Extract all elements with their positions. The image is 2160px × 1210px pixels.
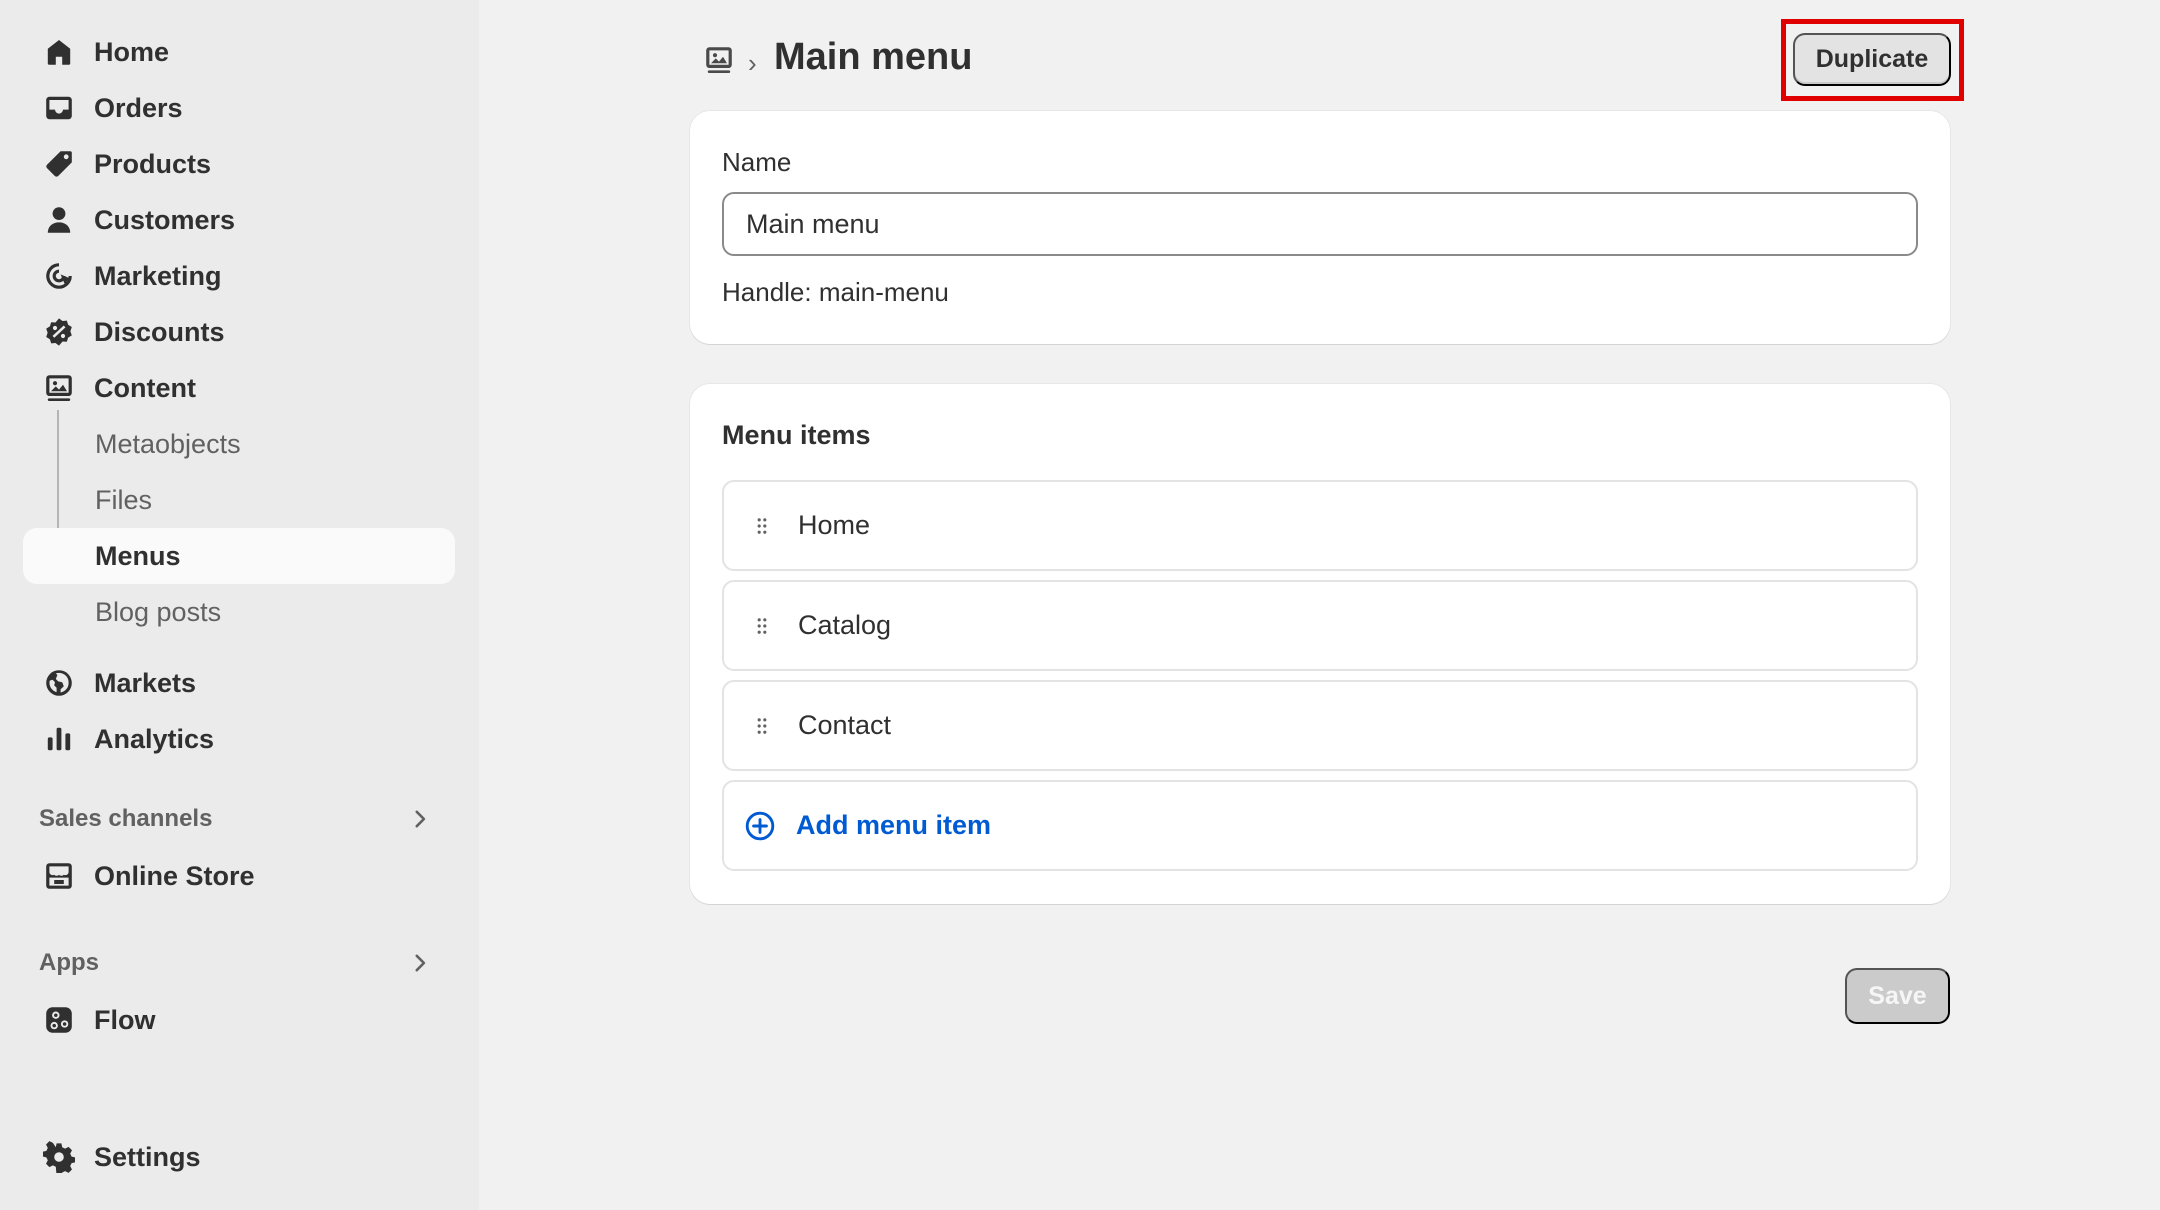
sidebar-subitem-menus[interactable]: Menus: [23, 528, 455, 584]
breadcrumb-content-icon[interactable]: [703, 44, 735, 76]
content-icon: [42, 371, 76, 405]
sidebar-subitem-label: Menus: [95, 540, 181, 571]
chevron-right-icon: [415, 810, 426, 828]
sidebar-item-home[interactable]: Home: [23, 24, 455, 80]
bar-chart-icon: [42, 722, 76, 756]
menu-items-card: Menu items Home Catalog Contact Add menu…: [690, 384, 1950, 904]
sidebar-item-label: Flow: [94, 1004, 156, 1035]
person-icon: [42, 203, 76, 237]
menu-item-label: Catalog: [798, 610, 892, 640]
sidebar-subitem-metaobjects[interactable]: Metaobjects: [23, 416, 455, 472]
sidebar-item-settings[interactable]: Settings: [23, 1129, 455, 1185]
sidebar-item-orders[interactable]: Orders: [23, 80, 455, 136]
sidebar-item-online-store[interactable]: Online Store: [23, 848, 455, 904]
sidebar-item-label: Online Store: [94, 860, 255, 891]
sidebar-subitem-label: Files: [95, 484, 153, 515]
sales-channels-header[interactable]: Sales channels: [23, 799, 433, 839]
section-header-label: Apps: [39, 949, 99, 976]
add-menu-item-button[interactable]: Add menu item: [722, 780, 1918, 871]
sidebar-subitem-label: Metaobjects: [95, 428, 241, 459]
flow-icon: [42, 1003, 76, 1037]
sidebar-item-content[interactable]: Content: [23, 360, 455, 416]
sidebar-subitem-label: Blog posts: [95, 596, 222, 627]
sidebar-item-customers[interactable]: Customers: [23, 192, 455, 248]
sidebar-item-analytics[interactable]: Analytics: [23, 711, 455, 767]
sidebar-item-label: Home: [94, 36, 170, 67]
name-input[interactable]: [722, 192, 1918, 256]
section-header-label: Sales channels: [39, 805, 213, 832]
home-icon: [42, 35, 76, 69]
sidebar-item-label: Marketing: [94, 260, 222, 291]
gear-icon: [42, 1140, 76, 1174]
sidebar-item-label: Settings: [94, 1141, 201, 1172]
target-icon: [42, 259, 76, 293]
sidebar-item-label: Markets: [94, 667, 197, 698]
sidebar-item-discounts[interactable]: Discounts: [23, 304, 455, 360]
add-menu-item-label: Add menu item: [796, 810, 992, 840]
globe-icon: [42, 666, 76, 700]
menu-items-title: Menu items: [722, 420, 871, 450]
drag-handle-icon[interactable]: [752, 516, 772, 536]
sidebar-subitem-files[interactable]: Files: [23, 472, 455, 528]
menu-item-row[interactable]: Catalog: [722, 580, 1918, 671]
sidebar-item-label: Content: [94, 372, 196, 403]
duplicate-button[interactable]: Duplicate: [1793, 33, 1951, 86]
sidebar-item-label: Customers: [94, 204, 236, 235]
breadcrumb-separator: ›: [748, 48, 757, 78]
save-button[interactable]: Save: [1845, 968, 1950, 1024]
sidebar-item-flow[interactable]: Flow: [23, 992, 455, 1048]
sidebar-item-marketing[interactable]: Marketing: [23, 248, 455, 304]
plus-circle-icon: [745, 811, 775, 840]
sidebar-subitem-blog-posts[interactable]: Blog posts: [23, 584, 455, 640]
sidebar-item-label: Orders: [94, 92, 183, 123]
menu-item-row[interactable]: Contact: [722, 680, 1918, 771]
sidebar-item-products[interactable]: Products: [23, 136, 455, 192]
sidebar-item-markets[interactable]: Markets: [23, 655, 455, 711]
tag-icon: [42, 147, 76, 181]
name-label: Name: [722, 147, 792, 177]
discount-icon: [42, 315, 76, 349]
handle-text: Handle: main-menu: [722, 277, 949, 307]
menu-item-label: Contact: [798, 710, 892, 740]
sidebar-item-label: Discounts: [94, 316, 225, 347]
menu-item-label: Home: [798, 510, 871, 540]
sidebar: Home Orders Products Customers Marketing…: [0, 0, 479, 1210]
sidebar-item-label: Analytics: [94, 723, 215, 754]
store-icon: [42, 859, 76, 893]
apps-header[interactable]: Apps: [23, 943, 433, 983]
inbox-icon: [42, 91, 76, 125]
drag-handle-icon[interactable]: [752, 716, 772, 736]
sidebar-item-label: Products: [94, 148, 212, 179]
drag-handle-icon[interactable]: [752, 616, 772, 636]
page-title: Main menu: [774, 36, 973, 78]
menu-item-row[interactable]: Home: [722, 480, 1918, 571]
chevron-right-icon: [415, 954, 426, 972]
name-card: Name Handle: main-menu: [690, 111, 1950, 344]
